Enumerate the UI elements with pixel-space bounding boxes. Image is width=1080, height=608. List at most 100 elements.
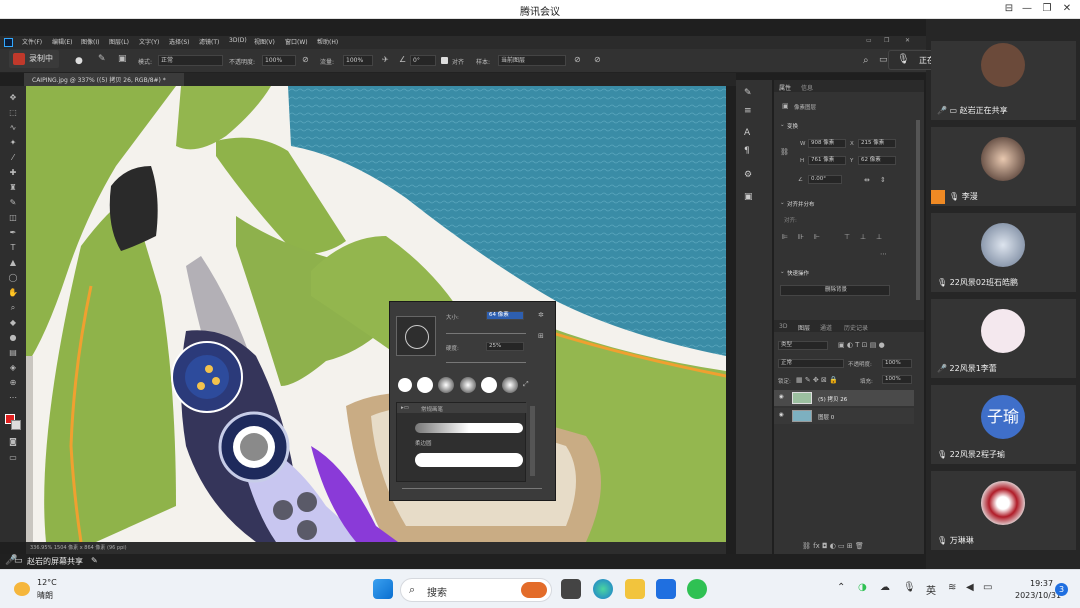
menu-type[interactable]: 文字(Y) (139, 37, 159, 46)
align-middle-icon[interactable]: ⊥ (860, 233, 866, 241)
weather-desc[interactable]: 晴朗 (37, 590, 53, 601)
fill-input[interactable]: 100% (882, 375, 912, 384)
close-button[interactable]: ✕ (1058, 2, 1076, 16)
maximize-button[interactable]: ❐ (1038, 2, 1056, 16)
screen-mode-icon[interactable]: ▭ (8, 454, 18, 462)
height-input[interactable]: 761 像素 (808, 156, 846, 165)
hardness-input[interactable]: 25% (486, 342, 524, 351)
minimize-button[interactable]: — (1018, 2, 1036, 16)
zoom-tool-icon[interactable]: ⌕ (8, 304, 18, 312)
move-tool-icon[interactable]: ✥ (8, 94, 18, 102)
width-input[interactable]: 908 像素 (808, 139, 846, 148)
layer-name[interactable]: 图层 0 (818, 413, 834, 421)
marquee-tool-icon[interactable]: ⬚ (8, 109, 18, 117)
brush-tip-icon[interactable]: ● (75, 56, 83, 66)
hard-brush-stroke[interactable] (415, 453, 523, 467)
image-canvas[interactable] (26, 86, 726, 542)
menu-edit[interactable]: 编辑(E) (52, 37, 72, 46)
weather-moon-icon[interactable] (14, 582, 30, 596)
participant-card[interactable]: 🎙 万琳琳 (931, 471, 1076, 550)
pressure-size-icon[interactable]: ⊘ (594, 55, 601, 64)
align-top-icon[interactable]: ⊤ (844, 233, 850, 241)
flip-h-icon[interactable]: ⇹ (864, 176, 870, 184)
ps-close-icon[interactable]: ✕ (905, 37, 910, 44)
pressure-opacity-icon[interactable]: ⊘ (302, 55, 309, 64)
layer-kind-filter[interactable]: 类型 (778, 341, 828, 350)
clock-time[interactable]: 19:37 (1030, 579, 1053, 588)
ps-minimize-icon[interactable]: ▭ (866, 37, 872, 44)
weather-temp[interactable]: 12°C (37, 578, 57, 587)
filter-icons[interactable]: ▣ ◐ T ⊡ ▤ ● (838, 341, 885, 349)
dodge-tool-icon[interactable]: ● (8, 334, 18, 342)
tab-3d[interactable]: 3D (779, 323, 787, 330)
recording-badge[interactable]: 录制中 (9, 50, 59, 68)
layer-footer-icons[interactable]: ⛓ fx ◘ ◐ ▭ ⊞ 🗑 (802, 542, 864, 550)
brush-tip-4[interactable] (460, 377, 476, 393)
quick-actions-chevron-icon[interactable]: ⌄ (780, 269, 785, 275)
history-brush-icon[interactable]: ✎ (8, 199, 18, 207)
background-color-swatch[interactable] (11, 420, 21, 430)
tray-mic-icon[interactable]: 🎙 (903, 582, 916, 593)
size-slider[interactable] (446, 333, 526, 334)
menu-file[interactable]: 文件(F) (22, 37, 42, 46)
menu-select[interactable]: 选择(S) (169, 37, 190, 46)
tab-layers[interactable]: 图层 (798, 323, 810, 332)
menu-help[interactable]: 帮助(H) (317, 37, 338, 46)
clone-panel-icon[interactable]: ▣ (118, 54, 127, 64)
align-bottom-icon[interactable]: ⊥ (876, 233, 882, 241)
flow-input[interactable]: 100% (343, 55, 373, 66)
notification-badge[interactable]: 3 (1055, 583, 1068, 596)
hardness-slider[interactable] (446, 362, 526, 363)
visibility-eye-icon[interactable]: ◉ (779, 394, 784, 400)
y-input[interactable]: 62 像素 (858, 156, 896, 165)
opacity-input[interactable]: 100% (262, 55, 296, 66)
clock-date[interactable]: 2023/10/31 (1015, 591, 1061, 600)
ignore-adjust-icon[interactable]: ⊘ (574, 55, 581, 64)
participant-card[interactable]: 🎙 22风景02班石皓鹏 (931, 213, 1076, 292)
more-tools-icon[interactable]: ⋯ (8, 394, 18, 402)
paint-bucket-icon[interactable]: ◈ (8, 364, 18, 372)
brush-settings-icon[interactable]: ✲ (538, 311, 544, 319)
participant-card[interactable]: 🎤 22风景1李蕾 (931, 299, 1076, 378)
tencent-meeting-icon[interactable] (656, 579, 676, 599)
tab-history[interactable]: 历史记录 (844, 323, 868, 332)
zoom-icon[interactable]: ⊕ (8, 379, 18, 387)
menu-3d[interactable]: 3D(D) (229, 37, 247, 44)
layer-opacity-input[interactable]: 100% (882, 359, 912, 368)
brush-tip-1[interactable] (398, 378, 412, 392)
x-input[interactable]: 215 像素 (858, 139, 896, 148)
align-right-icon[interactable]: ⊩ (814, 233, 820, 241)
flip-v-icon[interactable]: ⇕ (880, 176, 886, 184)
brush-size-input[interactable]: 64 像素 (486, 311, 524, 320)
tray-wechat-icon[interactable]: ◑ (858, 582, 867, 593)
ps-search-icon[interactable]: ⌕ (863, 55, 869, 66)
gradient-tool-icon[interactable]: ▤ (8, 349, 18, 357)
adjust-icon[interactable]: ≡ (744, 106, 752, 116)
pen-tool-icon[interactable]: ✒ (8, 229, 18, 237)
shape-tool-icon[interactable]: ◯ (8, 274, 18, 282)
brush-angle-preview[interactable] (396, 316, 436, 356)
battery-icon[interactable]: ▭ (983, 582, 992, 593)
ime-indicator[interactable]: 英 (926, 582, 936, 597)
lock-icons[interactable]: ▦ ✎ ✥ ⊠ 🔒 (796, 376, 838, 384)
tab-properties[interactable]: 属性 (779, 83, 791, 92)
menu-view[interactable]: 视图(V) (254, 37, 275, 46)
document-tab[interactable]: CAIPING.jpg @ 337% ((5) 拷贝 26, RGB/8#) * (24, 73, 184, 86)
layer-row[interactable]: ◉ 图层 0 (774, 408, 914, 424)
taskbar-search[interactable]: ⌕ 搜索 (400, 578, 552, 602)
hand-tool-icon[interactable]: ✋ (8, 289, 18, 297)
expand-icon[interactable]: ⤢ (523, 380, 529, 389)
task-view-icon[interactable] (561, 579, 581, 599)
edge-browser-icon[interactable] (593, 579, 613, 599)
magic-wand-icon[interactable]: ✦ (8, 139, 18, 147)
participant-card[interactable]: 🎤 ▭ 赵岩正在共享 (931, 41, 1076, 120)
eraser-icon[interactable]: ◫ (8, 214, 18, 222)
menu-layer[interactable]: 图层(L) (109, 37, 129, 46)
character-icon[interactable]: A (744, 128, 750, 138)
brush-tip-2[interactable] (417, 377, 433, 393)
mode-select[interactable]: 正常 (158, 55, 223, 66)
workspace-icon[interactable]: ▭ (879, 55, 888, 65)
wechat-icon[interactable] (687, 579, 707, 599)
more-options-icon[interactable]: ⋯ (880, 250, 887, 258)
participant-card[interactable]: 子瑜 🎙 22风景2程子瑜 (931, 385, 1076, 464)
